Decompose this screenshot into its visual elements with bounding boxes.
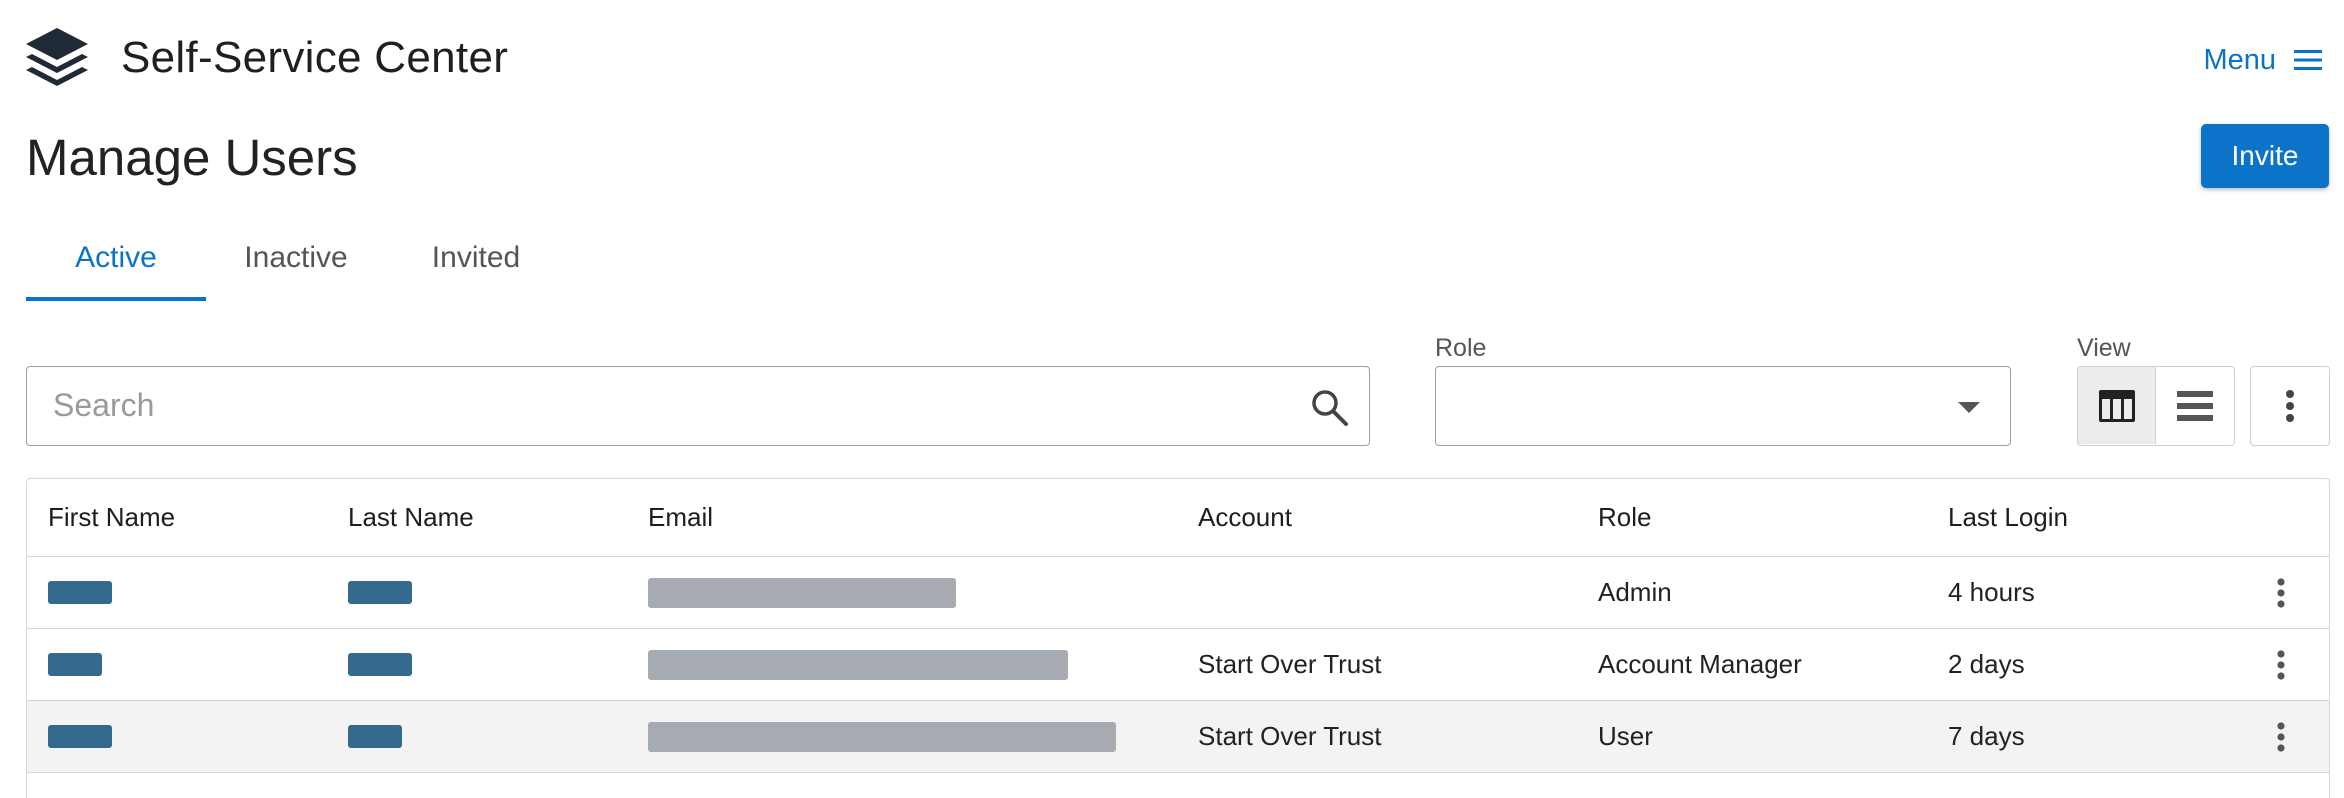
table-header-row: First Name Last Name Email Account Role … bbox=[27, 479, 2329, 557]
stacked-layers-icon[interactable] bbox=[24, 26, 90, 92]
redacted-last-name bbox=[348, 725, 402, 748]
last-name-cell bbox=[348, 557, 412, 628]
view-toggle-label: View bbox=[2077, 334, 2131, 362]
tab-invited[interactable]: Invited bbox=[386, 215, 566, 301]
email-cell bbox=[648, 629, 1068, 700]
first-name-cell bbox=[48, 629, 102, 700]
last-login-cell: 2 days bbox=[1948, 649, 2025, 679]
redacted-first-name bbox=[48, 581, 112, 604]
first-name-cell bbox=[48, 701, 112, 772]
role-select[interactable] bbox=[1435, 366, 2011, 446]
more-options-button[interactable] bbox=[2250, 366, 2330, 446]
tab-active[interactable]: Active bbox=[26, 215, 206, 301]
column-header-account[interactable]: Account bbox=[1198, 479, 1292, 556]
search-input[interactable] bbox=[53, 367, 1273, 444]
caret-down-icon bbox=[1958, 402, 1980, 413]
column-header-last-name[interactable]: Last Name bbox=[348, 479, 474, 556]
redacted-email bbox=[648, 721, 1116, 752]
column-header-last-login[interactable]: Last Login bbox=[1948, 479, 2068, 556]
hamburger-icon bbox=[2294, 50, 2322, 70]
account-cell: Start Over Trust bbox=[1198, 649, 1382, 679]
role-cell: Admin bbox=[1598, 577, 1672, 607]
role-filter-label: Role bbox=[1435, 334, 1487, 362]
email-cell bbox=[648, 701, 1116, 772]
view-toggle-group bbox=[2077, 366, 2235, 446]
redacted-last-name bbox=[348, 581, 412, 604]
redacted-email bbox=[648, 577, 956, 608]
search-box bbox=[26, 366, 1370, 446]
list-view-button[interactable] bbox=[2156, 367, 2234, 444]
user-status-tabs: Active Inactive Invited bbox=[26, 215, 566, 301]
menu-label: Menu bbox=[2203, 43, 2276, 76]
table-row[interactable]: Admin 4 hours bbox=[27, 557, 2329, 629]
first-name-cell bbox=[48, 557, 112, 628]
vertical-dots-icon bbox=[2277, 721, 2285, 752]
email-cell bbox=[648, 557, 956, 628]
row-actions-button[interactable] bbox=[2256, 629, 2306, 700]
row-actions-button[interactable] bbox=[2256, 557, 2306, 628]
redacted-first-name bbox=[48, 653, 102, 676]
column-header-first-name[interactable]: First Name bbox=[48, 479, 175, 556]
redacted-last-name bbox=[348, 653, 412, 676]
last-name-cell bbox=[348, 701, 402, 772]
vertical-dots-icon bbox=[2277, 577, 2285, 608]
vertical-dots-icon bbox=[2277, 649, 2285, 680]
tab-inactive[interactable]: Inactive bbox=[206, 215, 386, 301]
column-header-email[interactable]: Email bbox=[648, 479, 713, 556]
app-header: Self-Service Center Menu bbox=[0, 0, 2344, 120]
redacted-first-name bbox=[48, 725, 112, 748]
search-icon[interactable] bbox=[1309, 387, 1349, 427]
role-cell: User bbox=[1598, 721, 1653, 751]
last-name-cell bbox=[348, 629, 412, 700]
table-view-button[interactable] bbox=[2078, 367, 2156, 444]
menu-button[interactable]: Menu bbox=[2203, 40, 2324, 80]
last-login-cell: 7 days bbox=[1948, 721, 2025, 751]
column-header-role[interactable]: Role bbox=[1598, 479, 1651, 556]
table-row[interactable]: Start Over Trust User 7 days bbox=[27, 701, 2329, 773]
row-actions-button[interactable] bbox=[2256, 701, 2306, 772]
list-view-icon bbox=[2177, 390, 2213, 421]
page-title: Manage Users bbox=[26, 129, 358, 186]
users-table: First Name Last Name Email Account Role … bbox=[26, 478, 2330, 798]
role-cell: Account Manager bbox=[1598, 649, 1802, 679]
account-cell: Start Over Trust bbox=[1198, 721, 1382, 751]
invite-button[interactable]: Invite bbox=[2201, 124, 2329, 188]
table-row[interactable]: Start Over Trust Account Manager 2 days bbox=[27, 629, 2329, 701]
app-title: Self-Service Center bbox=[121, 33, 509, 82]
table-view-icon bbox=[2098, 389, 2135, 422]
vertical-dots-icon bbox=[2286, 390, 2294, 422]
last-login-cell: 4 hours bbox=[1948, 577, 2035, 607]
redacted-email bbox=[648, 649, 1068, 680]
